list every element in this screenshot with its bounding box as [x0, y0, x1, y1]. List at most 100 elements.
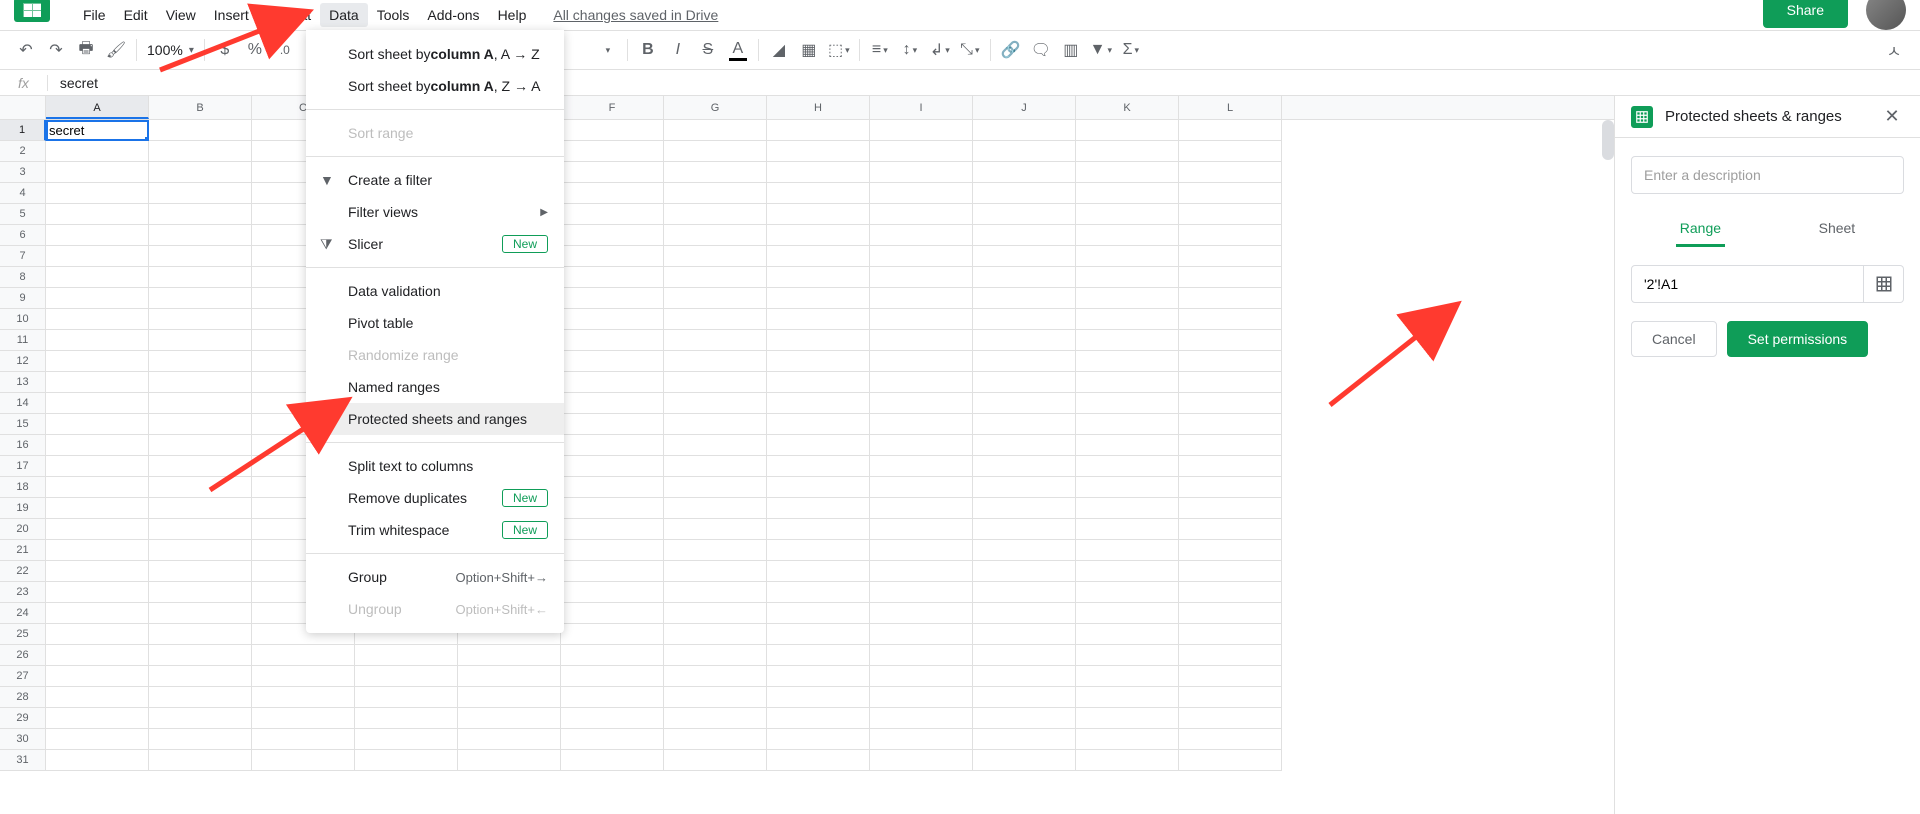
cell[interactable]: [149, 225, 252, 246]
cell[interactable]: [870, 267, 973, 288]
cell[interactable]: [870, 414, 973, 435]
cell[interactable]: [1179, 183, 1282, 204]
cell[interactable]: [46, 393, 149, 414]
row-header[interactable]: 31: [0, 750, 46, 771]
cell[interactable]: [46, 141, 149, 162]
cell[interactable]: [973, 141, 1076, 162]
cell[interactable]: [767, 204, 870, 225]
cell[interactable]: [46, 666, 149, 687]
row-header[interactable]: 20: [0, 519, 46, 540]
cell[interactable]: [1179, 204, 1282, 225]
cell[interactable]: [458, 666, 561, 687]
cell[interactable]: [973, 561, 1076, 582]
cell[interactable]: [561, 519, 664, 540]
cell[interactable]: [561, 204, 664, 225]
row-header[interactable]: 27: [0, 666, 46, 687]
menu-file[interactable]: File: [74, 3, 115, 27]
cell[interactable]: [870, 729, 973, 750]
cell[interactable]: secret: [46, 120, 149, 141]
cell[interactable]: [664, 393, 767, 414]
cell[interactable]: [1179, 162, 1282, 183]
sort-sheet-za[interactable]: Sort sheet by column A, Z → A: [306, 70, 564, 102]
cell[interactable]: [767, 141, 870, 162]
cell[interactable]: [561, 372, 664, 393]
cell[interactable]: [767, 540, 870, 561]
cell[interactable]: [1076, 204, 1179, 225]
cell[interactable]: [664, 582, 767, 603]
cell[interactable]: [561, 330, 664, 351]
cell[interactable]: [870, 645, 973, 666]
cell[interactable]: [355, 708, 458, 729]
cell[interactable]: [973, 498, 1076, 519]
collapse-toolbar-button[interactable]: ㅅ: [1880, 36, 1908, 64]
cell[interactable]: [355, 729, 458, 750]
cell[interactable]: [664, 435, 767, 456]
cell[interactable]: [1179, 225, 1282, 246]
cell[interactable]: [46, 750, 149, 771]
cell[interactable]: [870, 561, 973, 582]
cell[interactable]: [767, 288, 870, 309]
cell[interactable]: [973, 309, 1076, 330]
strike-button[interactable]: S: [694, 36, 722, 64]
cell[interactable]: [561, 351, 664, 372]
cell[interactable]: [149, 309, 252, 330]
cell[interactable]: [1076, 750, 1179, 771]
cell[interactable]: [561, 540, 664, 561]
menu-add-ons[interactable]: Add-ons: [418, 3, 488, 27]
cell[interactable]: [1179, 729, 1282, 750]
cell[interactable]: [1076, 498, 1179, 519]
cell[interactable]: [46, 540, 149, 561]
cell[interactable]: [1179, 435, 1282, 456]
cell[interactable]: [149, 372, 252, 393]
cell[interactable]: [458, 708, 561, 729]
cell[interactable]: [1076, 708, 1179, 729]
cell[interactable]: [149, 477, 252, 498]
cell[interactable]: [561, 645, 664, 666]
trim-whitespace[interactable]: Trim whitespace New: [306, 514, 564, 546]
vertical-scrollbar[interactable]: [1602, 120, 1614, 160]
menu-view[interactable]: View: [157, 3, 205, 27]
cell[interactable]: [767, 267, 870, 288]
cell[interactable]: [973, 330, 1076, 351]
cell[interactable]: [561, 267, 664, 288]
cell[interactable]: [664, 120, 767, 141]
cell[interactable]: [767, 624, 870, 645]
cell[interactable]: [1179, 645, 1282, 666]
cell[interactable]: [149, 246, 252, 267]
cell[interactable]: [1076, 687, 1179, 708]
bold-button[interactable]: B: [634, 36, 662, 64]
cell[interactable]: [561, 435, 664, 456]
cell[interactable]: [46, 288, 149, 309]
cell[interactable]: [1179, 120, 1282, 141]
row-header[interactable]: 25: [0, 624, 46, 645]
cell[interactable]: [46, 414, 149, 435]
cell[interactable]: [870, 477, 973, 498]
cell[interactable]: [1179, 351, 1282, 372]
filter-button[interactable]: ▼: [1087, 36, 1115, 64]
cell[interactable]: [664, 519, 767, 540]
cell[interactable]: [870, 393, 973, 414]
row-header[interactable]: 11: [0, 330, 46, 351]
cell[interactable]: [664, 414, 767, 435]
cell[interactable]: [664, 246, 767, 267]
cell[interactable]: [561, 498, 664, 519]
cell[interactable]: [1179, 624, 1282, 645]
cell[interactable]: [973, 582, 1076, 603]
cell[interactable]: [870, 204, 973, 225]
row-header[interactable]: 6: [0, 225, 46, 246]
cell[interactable]: [149, 750, 252, 771]
cell[interactable]: [870, 435, 973, 456]
cell[interactable]: [149, 414, 252, 435]
cell[interactable]: [46, 477, 149, 498]
cell[interactable]: [149, 540, 252, 561]
cell[interactable]: [664, 162, 767, 183]
cell[interactable]: [1076, 120, 1179, 141]
cell[interactable]: [46, 330, 149, 351]
cell[interactable]: [46, 246, 149, 267]
cell[interactable]: [1076, 624, 1179, 645]
fill-color-button[interactable]: ◢: [765, 36, 793, 64]
menu-edit[interactable]: Edit: [115, 3, 157, 27]
v-align-button[interactable]: ↕: [896, 36, 924, 64]
cell[interactable]: [1179, 603, 1282, 624]
rotate-button[interactable]: ⤡: [956, 36, 984, 64]
